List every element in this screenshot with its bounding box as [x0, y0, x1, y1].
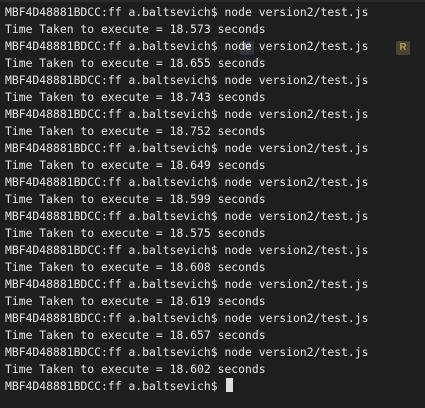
terminal-line: MBF4D48881BDCC:ff a.baltsevich$ node ver…	[5, 209, 369, 223]
terminal-prompt: MBF4D48881BDCC:ff a.baltsevich$	[5, 379, 225, 393]
window-edge	[0, 0, 425, 2]
terminal-line: Time Taken to execute = 18.619 seconds	[5, 294, 266, 308]
terminal-line: Time Taken to execute = 18.743 seconds	[5, 90, 266, 104]
terminal-line: Time Taken to execute = 18.602 seconds	[5, 362, 266, 376]
terminal-line: MBF4D48881BDCC:ff a.baltsevich$ node ver…	[5, 39, 369, 53]
terminal-prompt-line[interactable]: MBF4D48881BDCC:ff a.baltsevich$	[5, 378, 425, 395]
terminal-line: MBF4D48881BDCC:ff a.baltsevich$ node ver…	[5, 277, 369, 291]
terminal-line: MBF4D48881BDCC:ff a.baltsevich$ node ver…	[5, 73, 369, 87]
terminal-line: MBF4D48881BDCC:ff a.baltsevich$ node ver…	[5, 107, 369, 121]
terminal-line: Time Taken to execute = 18.657 seconds	[5, 328, 266, 342]
terminal-line: Time Taken to execute = 18.599 seconds	[5, 192, 266, 206]
terminal-line: Time Taken to execute = 18.608 seconds	[5, 260, 266, 274]
terminal-line: Time Taken to execute = 18.575 seconds	[5, 226, 266, 240]
terminal-line: MBF4D48881BDCC:ff a.baltsevich$ node ver…	[5, 141, 369, 155]
terminal-line: MBF4D48881BDCC:ff a.baltsevich$ node ver…	[5, 243, 369, 257]
terminal-output[interactable]: MBF4D48881BDCC:ff a.baltsevich$ node ver…	[5, 4, 425, 395]
terminal-line: Time Taken to execute = 18.752 seconds	[5, 124, 266, 138]
text-cursor	[226, 378, 234, 392]
terminal-line: MBF4D48881BDCC:ff a.baltsevich$ node ver…	[5, 311, 369, 325]
terminal-line: Time Taken to execute = 18.573 seconds	[5, 22, 266, 36]
terminal-line: MBF4D48881BDCC:ff a.baltsevich$ node ver…	[5, 345, 369, 359]
terminal-window[interactable]: N R MBF4D48881BDCC:ff a.baltsevich$ node…	[0, 0, 425, 408]
terminal-line: MBF4D48881BDCC:ff a.baltsevich$ node ver…	[5, 175, 369, 189]
terminal-line: MBF4D48881BDCC:ff a.baltsevich$ node ver…	[5, 5, 369, 19]
terminal-line: Time Taken to execute = 18.649 seconds	[5, 158, 266, 172]
terminal-line: Time Taken to execute = 18.655 seconds	[5, 56, 266, 70]
